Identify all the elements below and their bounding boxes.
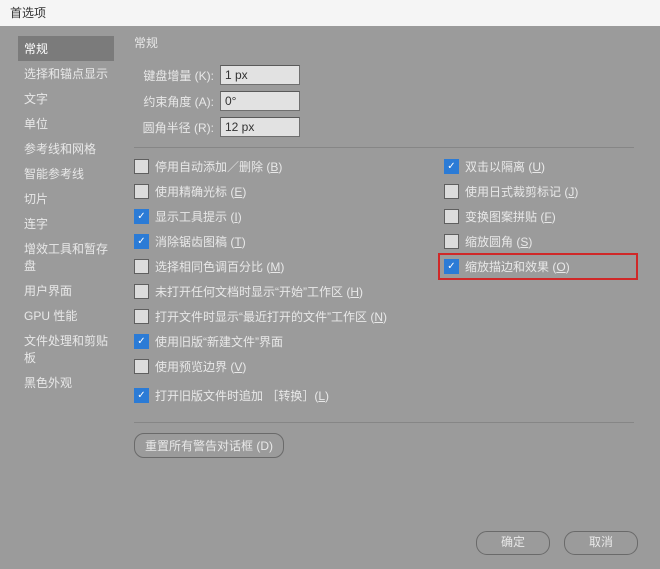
checkbox-box-icon <box>134 284 149 299</box>
sidebar-item-2[interactable]: 文字 <box>18 86 114 111</box>
checkbox-box-icon <box>134 309 149 324</box>
checkbox-label: 双击以隔离 (U) <box>465 158 545 175</box>
label-corner-radius: 圆角半径 (R): <box>134 119 220 136</box>
input-key-increment[interactable] <box>220 65 300 85</box>
checkbox-box-icon <box>134 159 149 174</box>
checkbox-label: 停用自动添加／删除 (B) <box>155 158 282 175</box>
ok-button[interactable]: 确定 <box>476 531 550 555</box>
checkbox-column-left: 停用自动添加／删除 (B) 使用精确光标 (E) 显示工具提示 (I) 消除锯齿图稿 … <box>134 158 444 412</box>
sidebar: 常规选择和锚点显示文字单位参考线和网格智能参考线切片连字增效工具和暂存盘用户界面… <box>18 36 114 395</box>
cancel-button[interactable]: 取消 <box>564 531 638 555</box>
checkbox-left-8[interactable]: 使用预览边界 (V) <box>134 358 444 375</box>
checkbox-left-7[interactable]: 使用旧版“新建文件”界面 <box>134 333 444 350</box>
checkbox-box-icon <box>444 234 459 249</box>
sidebar-item-10[interactable]: GPU 性能 <box>18 303 114 328</box>
checkbox-box-icon <box>134 209 149 224</box>
panel-general: 常规 键盘增量 (K): 约束角度 (A): 圆角半径 (R): 停用自动添加／… <box>134 34 634 458</box>
label-key-increment: 键盘增量 (K): <box>134 67 220 84</box>
checkbox-box-icon <box>444 209 459 224</box>
checkbox-label: 显示工具提示 (I) <box>155 208 242 225</box>
checkbox-box-icon <box>134 234 149 249</box>
checkbox-box-icon <box>444 159 459 174</box>
input-constrain-angle[interactable] <box>220 91 300 111</box>
checkbox-label: 打开旧版文件时追加 ［转换］(L) <box>155 387 329 404</box>
checkbox-label: 使用旧版“新建文件”界面 <box>155 333 283 350</box>
dialog-body: 常规选择和锚点显示文字单位参考线和网格智能参考线切片连字增效工具和暂存盘用户界面… <box>0 26 660 569</box>
checkbox-label: 消除锯齿图稿 (T) <box>155 233 246 250</box>
checkbox-box-icon <box>134 259 149 274</box>
checkbox-left-3[interactable]: 消除锯齿图稿 (T) <box>134 233 444 250</box>
sidebar-item-4[interactable]: 参考线和网格 <box>18 136 114 161</box>
checkbox-label: 打开文件时显示“最近打开的文件”工作区 (N) <box>155 308 387 325</box>
checkbox-label: 缩放描边和效果 (O) <box>465 258 570 275</box>
checkbox-left-0[interactable]: 停用自动添加／删除 (B) <box>134 158 444 175</box>
reset-warnings-button[interactable]: 重置所有警告对话框 (D) <box>134 433 284 458</box>
sidebar-item-9[interactable]: 用户界面 <box>18 278 114 303</box>
checkbox-left-4[interactable]: 选择相同色调百分比 (M) <box>134 258 444 275</box>
checkbox-right-0[interactable]: 双击以隔离 (U) <box>444 158 634 175</box>
divider-2 <box>134 422 634 423</box>
checkbox-label: 使用精确光标 (E) <box>155 183 246 200</box>
checkbox-right-1[interactable]: 使用日式裁剪标记 (J) <box>444 183 634 200</box>
checkbox-box-icon <box>444 184 459 199</box>
window-title: 首选项 <box>0 0 660 26</box>
checkbox-label: 使用日式裁剪标记 (J) <box>465 183 578 200</box>
checkbox-column-right: 双击以隔离 (U) 使用日式裁剪标记 (J) 变换图案拼贴 (F) 缩放圆角 (S) 缩… <box>444 158 634 412</box>
sidebar-item-7[interactable]: 连字 <box>18 211 114 236</box>
footer: 确定 取消 <box>476 531 638 555</box>
sidebar-item-1[interactable]: 选择和锚点显示 <box>18 61 114 86</box>
row-corner-radius: 圆角半径 (R): <box>134 117 634 137</box>
sidebar-item-8[interactable]: 增效工具和暂存盘 <box>18 236 114 278</box>
checkbox-left-9[interactable]: 打开旧版文件时追加 ［转换］(L) <box>134 387 444 404</box>
sidebar-item-11[interactable]: 文件处理和剪贴板 <box>18 328 114 370</box>
checkbox-box-icon <box>134 184 149 199</box>
sidebar-item-0[interactable]: 常规 <box>18 36 114 61</box>
checkbox-right-4[interactable]: 缩放描边和效果 (O) <box>444 258 634 275</box>
sidebar-item-5[interactable]: 智能参考线 <box>18 161 114 186</box>
checkbox-label: 未打开任何文档时显示“开始”工作区 (H) <box>155 283 363 300</box>
checkbox-label: 使用预览边界 (V) <box>155 358 246 375</box>
sidebar-item-12[interactable]: 黑色外观 <box>18 370 114 395</box>
reset-wrap: 重置所有警告对话框 (D) <box>134 433 634 458</box>
divider <box>134 147 634 148</box>
checkbox-right-3[interactable]: 缩放圆角 (S) <box>444 233 634 250</box>
checkbox-left-1[interactable]: 使用精确光标 (E) <box>134 183 444 200</box>
checkbox-right-2[interactable]: 变换图案拼贴 (F) <box>444 208 634 225</box>
checkbox-area: 停用自动添加／删除 (B) 使用精确光标 (E) 显示工具提示 (I) 消除锯齿图稿 … <box>134 158 634 412</box>
checkbox-box-icon <box>134 359 149 374</box>
row-constrain-angle: 约束角度 (A): <box>134 91 634 111</box>
checkbox-label: 选择相同色调百分比 (M) <box>155 258 284 275</box>
checkbox-left-2[interactable]: 显示工具提示 (I) <box>134 208 444 225</box>
label-constrain-angle: 约束角度 (A): <box>134 93 220 110</box>
checkbox-box-icon <box>444 259 459 274</box>
checkbox-box-icon <box>134 334 149 349</box>
checkbox-left-6[interactable]: 打开文件时显示“最近打开的文件”工作区 (N) <box>134 308 444 325</box>
row-key-increment: 键盘增量 (K): <box>134 65 634 85</box>
checkbox-label: 缩放圆角 (S) <box>465 233 532 250</box>
checkbox-left-5[interactable]: 未打开任何文档时显示“开始”工作区 (H) <box>134 283 444 300</box>
sidebar-item-3[interactable]: 单位 <box>18 111 114 136</box>
panel-title: 常规 <box>134 34 634 51</box>
checkbox-label: 变换图案拼贴 (F) <box>465 208 556 225</box>
input-corner-radius[interactable] <box>220 117 300 137</box>
checkbox-box-icon <box>134 388 149 403</box>
sidebar-item-6[interactable]: 切片 <box>18 186 114 211</box>
